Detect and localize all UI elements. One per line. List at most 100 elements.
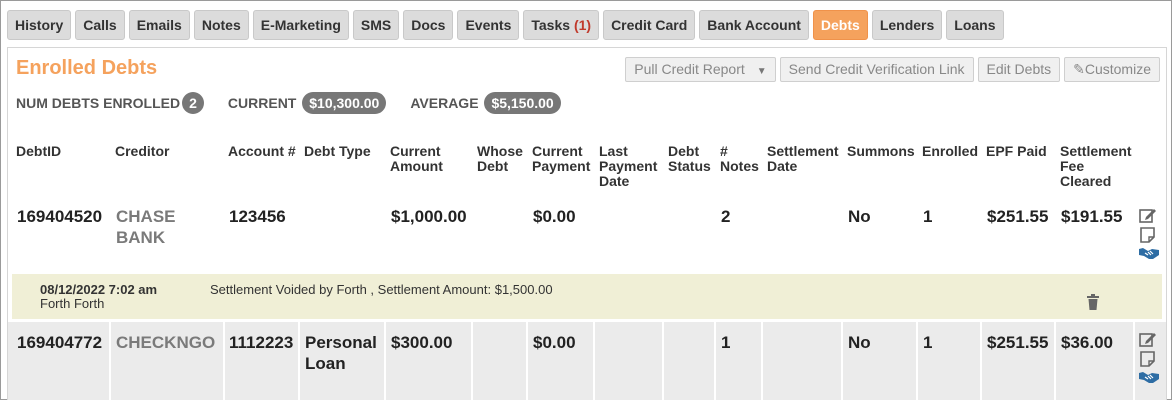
tab-tasks[interactable]: Tasks (1) [523,10,600,40]
epf-paid-cell: $251.55 [987,207,1049,226]
col-settlement-date: Settlement Date [767,144,839,174]
creditor-cell[interactable]: CHECKNGO [116,332,215,353]
column-divider [384,322,386,400]
debt-summary: NUM DEBTS ENROLLED 2 CURRENT $10,300.00 A… [16,92,585,114]
page-title: Enrolled Debts [16,57,158,79]
current-amount-cell: $300.00 [391,333,453,352]
fee-cleared-cell: $36.00 [1061,333,1113,352]
notes-count-cell: 1 [721,333,731,352]
column-divider [471,322,473,400]
column-divider [916,322,918,400]
col-whose-line2: Debt [477,158,509,174]
num-debts-badge: 2 [182,92,204,114]
tasks-count-badge: (1) [573,17,592,33]
enrolled-cell: 1 [923,333,933,352]
account-cell: 1112223 [229,333,294,352]
column-divider [223,322,225,400]
col-fee-line1: Settlement [1060,143,1132,159]
col-current-payment-line2: Payment [532,158,591,174]
current-label: CURRENT [227,95,297,111]
col-creditor: Creditor [115,143,170,159]
note-icon[interactable] [1138,226,1160,244]
col-whose-line1: Whose [477,143,523,159]
col-current-amount-line2: Amount [390,158,443,174]
tab-docs[interactable]: Docs [403,10,454,40]
current-total-badge: $10,300.00 [302,92,387,114]
col-enrolled: Enrolled [922,143,979,159]
debt-type-cell: Personal Loan [305,332,377,374]
row-actions [1138,206,1160,260]
tab-credit-card[interactable]: Credit Card [603,10,696,40]
creditor-line2: BANK [116,228,166,247]
col-current-payment-line1: Current [532,143,583,159]
col-debt-type: Debt Type [304,143,371,159]
col-settlement-date-line2: Date [767,158,798,174]
fee-cleared-cell: $191.55 [1061,207,1123,226]
column-divider [761,322,763,400]
col-notes-line1: # [720,143,728,159]
current-amount-cell: $1,000.00 [391,207,467,226]
send-verification-link-button[interactable]: Send Credit Verification Link [779,57,974,82]
col-debt-id: DebtID [16,143,62,159]
col-settlement-date-line1: Settlement [767,143,839,159]
column-divider [662,322,664,400]
average-badge: $5,150.00 [484,92,561,114]
column-divider [109,322,111,400]
tab-bank-account[interactable]: Bank Account [699,10,809,40]
customize-label: Customize [1084,61,1151,77]
column-divider [1133,322,1135,400]
tab-debts[interactable]: Debts [812,10,868,40]
edit-icon[interactable] [1138,206,1160,224]
column-divider [1054,322,1056,400]
num-debts-label: NUM DEBTS ENROLLED [16,95,181,111]
col-fee-line2: Fee [1060,158,1085,174]
tab-lenders[interactable]: Lenders [871,10,943,40]
tab-bar: History Calls Emails Notes E-Marketing S… [7,10,1004,40]
app-frame: History Calls Emails Notes E-Marketing S… [0,0,1172,400]
tab-calls[interactable]: Calls [75,10,125,40]
col-current-amount: Current Amount [390,144,443,174]
caret-down-icon: ▼ [756,66,767,77]
note-icon[interactable] [1138,350,1160,368]
edit-icon[interactable] [1138,330,1160,348]
current-payment-cell: $0.00 [533,207,576,226]
customize-button[interactable]: ✎Customize [1064,57,1160,82]
col-summons: Summons [847,143,915,159]
debt-type-line1: Personal [305,333,377,352]
tab-sms[interactable]: SMS [352,10,400,40]
pull-credit-report-label: Pull Credit Report [634,61,745,77]
settlement-note: 08/12/2022 7:02 am Forth Forth Settlemen… [12,274,1162,319]
summons-cell: No [848,333,871,352]
column-divider [714,322,716,400]
debt-id-cell: 169404520 [17,207,103,226]
col-debt-status-line1: Debt [668,143,700,159]
col-last-payment-line3: Date [599,173,630,189]
debt-type-line2: Loan [305,354,346,373]
col-fee-line3: Cleared [1060,173,1112,189]
creditor-cell[interactable]: CHASE BANK [116,206,176,248]
tab-e-marketing[interactable]: E-Marketing [252,10,349,40]
col-settlement-fee-cleared: Settlement Fee Cleared [1060,144,1132,189]
tab-history[interactable]: History [7,10,72,40]
handshake-icon[interactable] [1138,370,1160,384]
debts-panel: Enrolled Debts Pull Credit Report ▼ Send … [7,47,1167,400]
tab-notes[interactable]: Notes [193,10,249,40]
col-debt-status: Debt Status [668,144,711,174]
col-epf-paid: EPF Paid [986,143,1047,159]
creditor-line1: CHASE [116,207,176,226]
tab-loans[interactable]: Loans [946,10,1004,40]
col-notes-line2: Notes [720,158,759,174]
enrolled-cell: 1 [923,207,933,226]
col-last-payment-line1: Last [599,143,628,159]
handshake-icon[interactable] [1138,246,1160,260]
column-divider [980,322,982,400]
trash-icon[interactable] [1086,294,1100,315]
tab-emails[interactable]: Emails [128,10,190,40]
note-author: Forth Forth [40,296,105,311]
column-divider [841,322,843,400]
col-notes: # Notes [720,144,759,174]
pull-credit-report-button[interactable]: Pull Credit Report ▼ [625,57,776,82]
col-current-payment: Current Payment [532,144,590,174]
edit-debts-button[interactable]: Edit Debts [977,57,1061,82]
tab-events[interactable]: Events [457,10,520,40]
